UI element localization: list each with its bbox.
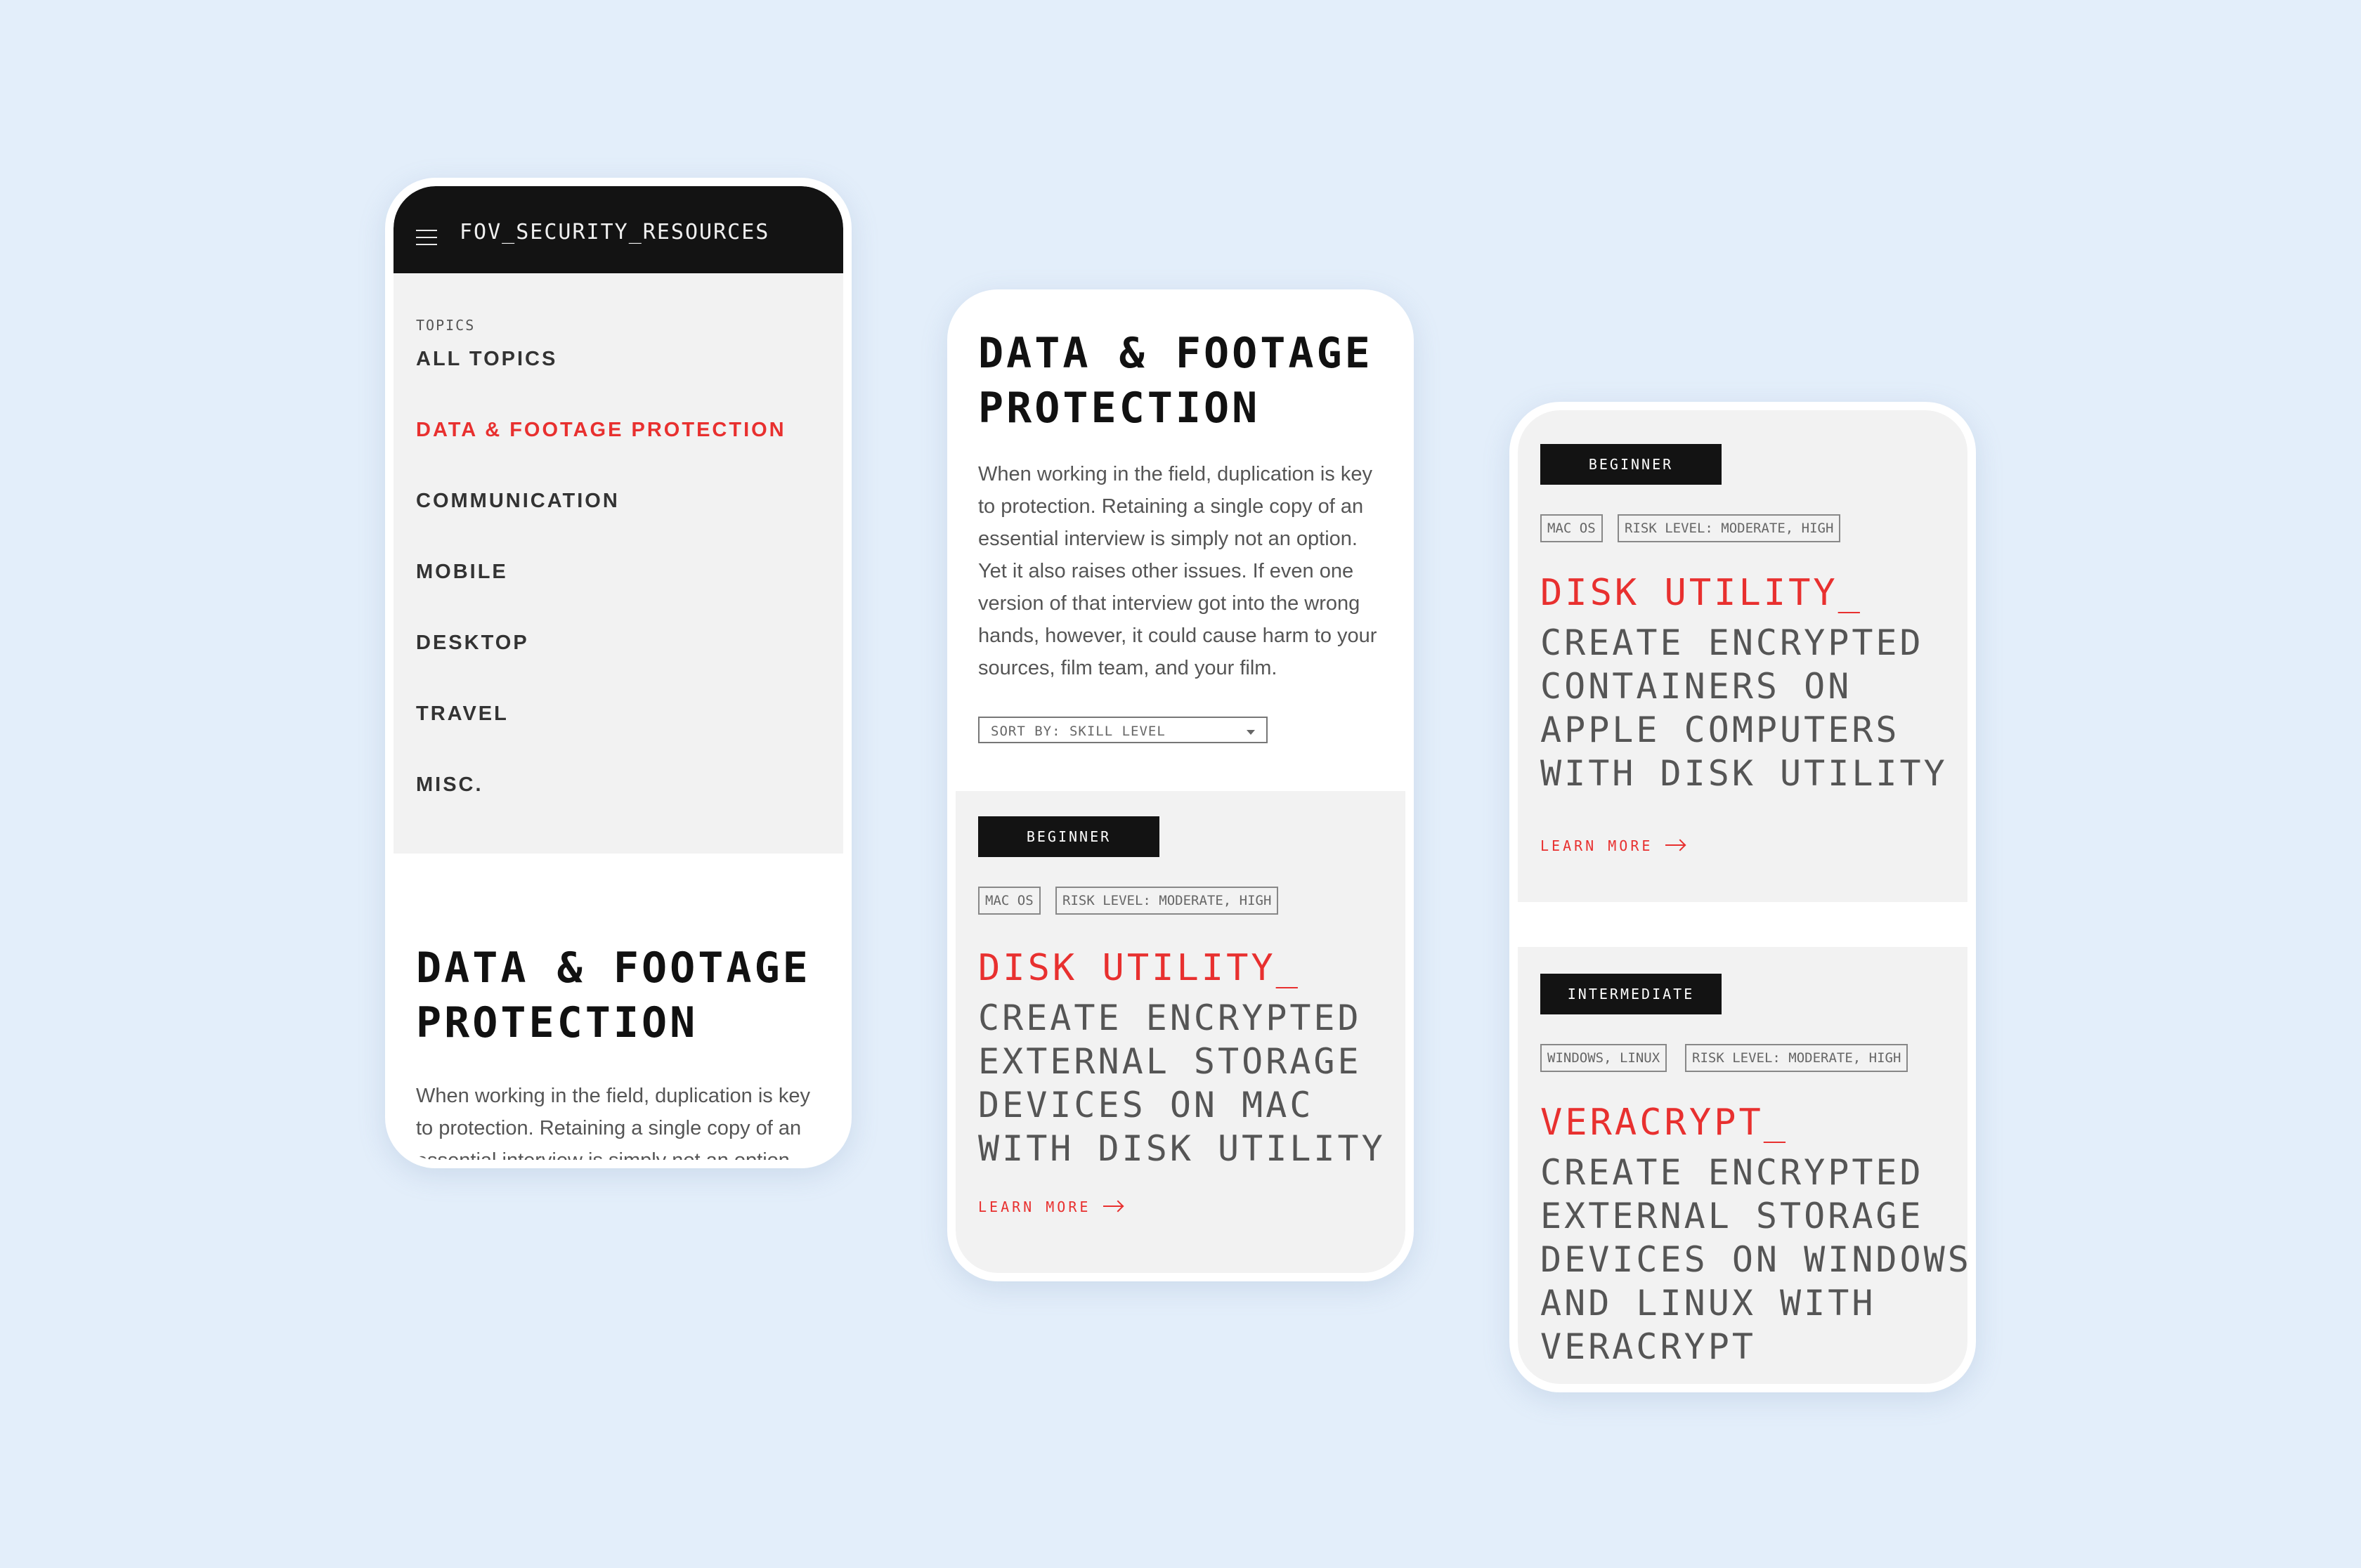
- description-line: CREATE ENCRYPTED: [1540, 622, 1924, 663]
- learn-more-link[interactable]: LEARN MORE: [1540, 837, 1686, 854]
- topics-menu: TOPICS ALL TOPICS DATA & FOOTAGE PROTECT…: [393, 273, 843, 854]
- page-title-line: PROTECTION: [416, 998, 698, 1047]
- page-title: DATA & FOOTAGE PROTECTION: [416, 941, 838, 1050]
- description-line: DEVICES ON MAC: [978, 1085, 1314, 1125]
- tool-name[interactable]: DISK UTILITY_: [1540, 572, 1863, 614]
- page-title-line: PROTECTION: [978, 384, 1261, 433]
- description-line: VERACRYPT: [1540, 1326, 1756, 1367]
- site-title[interactable]: FOV_SECURITY_RESOURCES: [460, 220, 769, 244]
- description-line: WITH DISK UTILITY: [1540, 753, 1948, 794]
- intro-line: sources, film team, and your film.: [978, 657, 1277, 679]
- intro-line: to protection. Retaining a single copy o…: [416, 1117, 802, 1139]
- arrow-right-icon: [1103, 1205, 1124, 1207]
- description-line: CREATE ENCRYPTED: [1540, 1152, 1924, 1193]
- arrow-right-icon: [1665, 844, 1686, 846]
- page-title-line: DATA & FOOTAGE: [416, 943, 811, 993]
- menu-item-mobile[interactable]: MOBILE: [416, 561, 508, 584]
- menu-item-travel[interactable]: TRAVEL: [416, 703, 509, 726]
- menu-item-all-topics[interactable]: ALL TOPICS: [416, 348, 557, 371]
- card-description: CREATE ENCRYPTED EXTERNAL STORAGE DEVICE…: [978, 996, 1405, 1170]
- description-line: WITH DISK UTILITY: [978, 1128, 1386, 1169]
- intro-line: essential interview is simply not an opt…: [978, 528, 1358, 550]
- description-line: CONTAINERS ON: [1540, 666, 1852, 707]
- platform-tag: WINDOWS, LINUX: [1540, 1044, 1667, 1072]
- page-title-line: DATA & FOOTAGE: [978, 329, 1373, 378]
- card-description: CREATE ENCRYPTED EXTERNAL STORAGE DEVICE…: [1540, 1151, 1967, 1368]
- resource-card[interactable]: BEGINNER MAC OS RISK LEVEL: MODERATE, HI…: [956, 791, 1405, 1273]
- intro-line: version of that interview got into the w…: [978, 592, 1360, 615]
- intro-line: Yet it also raises other issues. If even…: [978, 560, 1354, 582]
- menu-item-communication[interactable]: COMMUNICATION: [416, 490, 620, 513]
- intro-line: to protection. Retaining a single copy o…: [978, 495, 1364, 518]
- risk-tag: RISK LEVEL: MODERATE, HIGH: [1618, 514, 1841, 542]
- phone-topic-screen: DATA & FOOTAGE PROTECTION When working i…: [947, 289, 1414, 1281]
- skill-level-badge: BEGINNER: [978, 816, 1159, 857]
- description-line: EXTERNAL STORAGE: [1540, 1196, 1924, 1236]
- menu-item-misc[interactable]: MISC.: [416, 773, 483, 797]
- platform-tag: MAC OS: [1540, 514, 1603, 542]
- platform-tag: MAC OS: [978, 887, 1041, 915]
- menu-item-data-footage-protection[interactable]: DATA & FOOTAGE PROTECTION: [416, 419, 786, 442]
- menu-item-desktop[interactable]: DESKTOP: [416, 632, 529, 655]
- risk-tag: RISK LEVEL: MODERATE, HIGH: [1055, 887, 1279, 915]
- phone-menu-screen: FOV_SECURITY_RESOURCES TOPICS ALL TOPICS…: [385, 178, 852, 1168]
- intro-text: When working in the field, duplication i…: [978, 458, 1386, 684]
- page-title: DATA & FOOTAGE PROTECTION: [978, 326, 1400, 436]
- resource-card[interactable]: INTERMEDIATE WINDOWS, LINUX RISK LEVEL: …: [1518, 947, 1967, 1384]
- description-line: EXTERNAL STORAGE: [978, 1041, 1362, 1082]
- skill-level-badge: BEGINNER: [1540, 444, 1722, 485]
- risk-tag: RISK LEVEL: MODERATE, HIGH: [1685, 1044, 1908, 1072]
- sort-label: SORT BY: SKILL LEVEL: [991, 724, 1166, 739]
- topics-label: TOPICS: [416, 317, 476, 334]
- learn-more-link[interactable]: LEARN MORE: [978, 1198, 1124, 1215]
- intro-line: When working in the field, duplication i…: [978, 463, 1372, 485]
- description-line: DEVICES ON WINDOWS: [1540, 1239, 1967, 1280]
- card-description: CREATE ENCRYPTED CONTAINERS ON APPLE COM…: [1540, 621, 1967, 795]
- description-line: CREATE ENCRYPTED: [978, 998, 1362, 1038]
- tool-name[interactable]: DISK UTILITY_: [978, 947, 1301, 989]
- topic-header: DATA & FOOTAGE PROTECTION When working i…: [956, 298, 1405, 791]
- learn-more-label: LEARN MORE: [1540, 837, 1653, 854]
- top-bar: FOV_SECURITY_RESOURCES: [393, 186, 843, 273]
- description-line: AND LINUX WITH: [1540, 1283, 1876, 1324]
- phone-cards-screen: BEGINNER MAC OS RISK LEVEL: MODERATE, HI…: [1509, 402, 1976, 1392]
- tool-name[interactable]: VERACRYPT_: [1540, 1102, 1788, 1144]
- hamburger-icon[interactable]: [416, 230, 437, 245]
- description-line: APPLE COMPUTERS: [1540, 710, 1900, 750]
- intro-line: hands, however, it could cause harm to y…: [978, 625, 1377, 647]
- intro-text: When working in the field, duplication i…: [416, 1080, 824, 1160]
- chevron-down-icon: [1247, 730, 1255, 735]
- intro-line: essential interview is simply not an opt…: [416, 1144, 824, 1160]
- skill-level-badge: INTERMEDIATE: [1540, 974, 1722, 1014]
- resource-card[interactable]: BEGINNER MAC OS RISK LEVEL: MODERATE, HI…: [1518, 410, 1967, 902]
- sort-dropdown[interactable]: SORT BY: SKILL LEVEL: [978, 717, 1268, 743]
- intro-line: When working in the field, duplication i…: [416, 1085, 810, 1107]
- learn-more-label: LEARN MORE: [978, 1198, 1091, 1215]
